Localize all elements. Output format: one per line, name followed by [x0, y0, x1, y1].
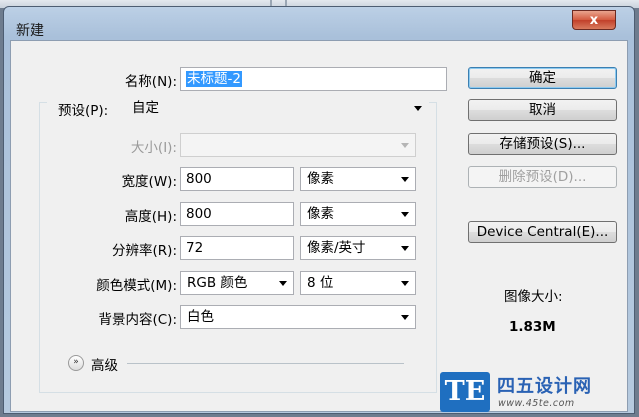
width-unit-select[interactable]: 像素: [300, 167, 416, 191]
dialog-title: 新建: [16, 23, 44, 39]
watermark-title: 四五设计网: [497, 376, 592, 397]
preset-select-value: 自定: [132, 100, 159, 116]
name-input[interactable]: 未标题-2: [180, 67, 447, 91]
preset-label: 预设(P):: [58, 103, 109, 119]
width-unit-value: 像素: [307, 171, 334, 187]
resolution-input[interactable]: 72: [180, 236, 294, 260]
bit-depth-value: 8 位: [307, 275, 334, 291]
resolution-label: 分辨率(R):: [112, 243, 177, 259]
preset-select[interactable]: 自定: [125, 96, 429, 120]
group-box-top-edge: [39, 102, 47, 103]
group-box-top-edge: [429, 102, 437, 103]
screen: 新建 x 名称(N): 未标题-2 预设(P): 自定 大小(I): 宽度(W)…: [0, 0, 639, 417]
background-select[interactable]: 白色: [180, 305, 416, 329]
size-label: 大小(I):: [130, 140, 177, 156]
save-preset-button[interactable]: 存储预设(S)...: [468, 133, 617, 155]
color-mode-value: RGB 颜色: [187, 275, 248, 291]
expand-advanced-icon[interactable]: »: [68, 355, 84, 371]
image-size-value: 1.83M: [509, 319, 556, 335]
new-document-dialog: 新建 x 名称(N): 未标题-2 预设(P): 自定 大小(I): 宽度(W)…: [3, 6, 635, 414]
chevron-down-icon: [401, 177, 409, 182]
resolution-unit-select[interactable]: 像素/英寸: [300, 236, 416, 260]
chevron-down-icon: [401, 143, 409, 148]
close-icon: x: [589, 12, 599, 28]
height-label: 高度(H):: [124, 209, 177, 225]
device-central-button[interactable]: Device Central(E)...: [468, 221, 617, 243]
chevron-down-icon: [401, 246, 409, 251]
chevron-down-icon: [401, 212, 409, 217]
chevron-down-icon: [401, 281, 409, 286]
group-box-bottom-edge: [39, 392, 437, 393]
advanced-divider: [127, 363, 404, 364]
width-input[interactable]: 800: [180, 167, 294, 191]
name-input-value: 未标题-2: [186, 71, 242, 87]
cancel-button[interactable]: 取消: [468, 99, 617, 121]
height-unit-value: 像素: [307, 206, 334, 222]
advanced-label[interactable]: 高级: [91, 354, 118, 374]
bit-depth-select[interactable]: 8 位: [300, 271, 416, 295]
background-value: 白色: [187, 309, 214, 325]
chevron-down-icon: [401, 315, 409, 320]
color-mode-select[interactable]: RGB 颜色: [180, 271, 294, 295]
delete-preset-button[interactable]: 删除预设(D)...: [468, 166, 617, 188]
color-mode-label: 颜色模式(M):: [96, 278, 177, 294]
background-label: 背景内容(C):: [98, 312, 177, 328]
chevron-down-icon: [414, 106, 422, 111]
group-box-left-edge: [39, 102, 40, 392]
dialog-body: 名称(N): 未标题-2 预设(P): 自定 大小(I): 宽度(W): 800…: [10, 40, 628, 412]
height-unit-select[interactable]: 像素: [300, 202, 416, 226]
chevron-down-icon: [279, 281, 287, 286]
watermark-url: www.45te.com: [498, 398, 575, 409]
ok-button[interactable]: 确定: [468, 67, 617, 89]
resolution-unit-value: 像素/英寸: [307, 240, 366, 256]
close-button[interactable]: x: [572, 10, 616, 30]
size-select[interactable]: [180, 133, 416, 157]
height-input[interactable]: 800: [180, 202, 294, 226]
group-box-right-edge: [436, 102, 437, 393]
name-label: 名称(N):: [124, 74, 177, 90]
image-size-label: 图像大小:: [504, 289, 563, 305]
site-watermark-logo: TE 四五设计网 www.45te.com: [436, 368, 635, 414]
watermark-badge: TE: [440, 372, 490, 412]
width-label: 宽度(W):: [121, 174, 177, 190]
